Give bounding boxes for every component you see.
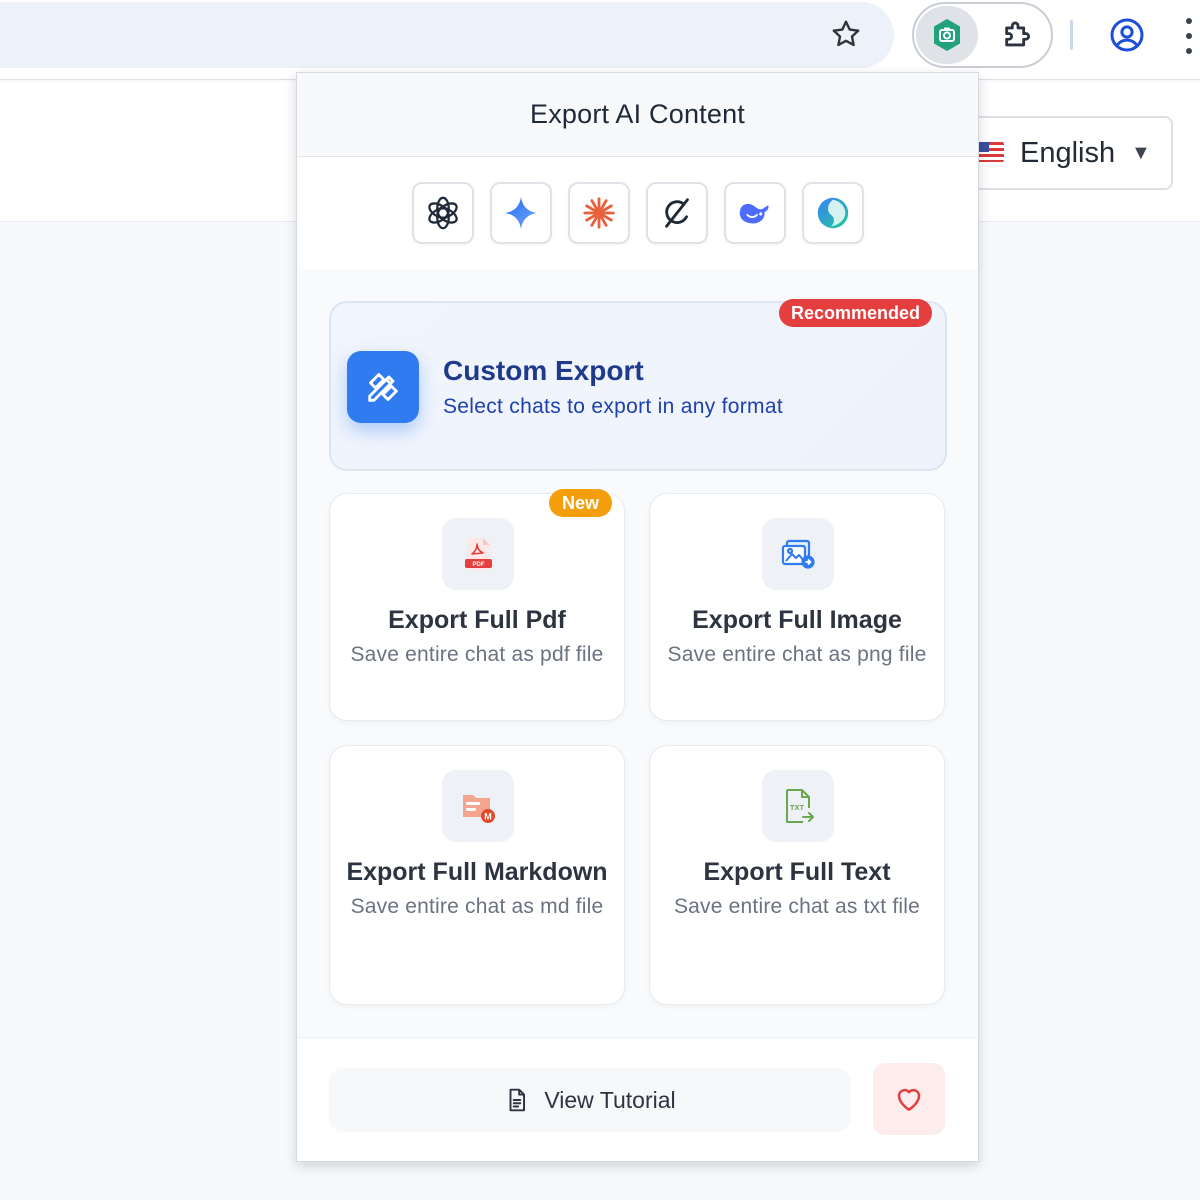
platform-selector — [297, 157, 978, 269]
view-tutorial-button[interactable]: View Tutorial — [329, 1068, 851, 1132]
bookmark-star-button[interactable] — [824, 12, 868, 56]
platform-perplexity-button[interactable] — [801, 182, 864, 244]
export-markdown-card[interactable]: M Export Full Markdown Save entire chat … — [329, 745, 625, 1005]
export-pdf-title: Export Full Pdf — [388, 606, 566, 634]
star-icon — [832, 20, 860, 47]
export-pdf-subtitle: Save entire chat as pdf file — [350, 643, 604, 666]
custom-export-subtitle: Select chats to export in any format — [443, 395, 783, 418]
popup-title: Export AI Content — [529, 99, 746, 129]
export-popup: Export AI Content Recommended Custom Exp… — [296, 72, 979, 1162]
export-image-text: Export Full Image Save entire chat as pn… — [662, 604, 932, 669]
toolbar-divider — [1070, 20, 1073, 50]
puzzle-icon — [1005, 21, 1030, 47]
export-markdown-text: Export Full Markdown Save entire chat as… — [342, 856, 612, 921]
extension-export-icon — [934, 19, 960, 51]
more-vert-icon[interactable] — [1186, 18, 1200, 54]
extensions-pill — [912, 2, 1053, 68]
custom-export-card[interactable]: Recommended Custom Export Select chats t… — [329, 299, 947, 471]
pdf-file-icon: PDF — [442, 518, 514, 590]
image-file-icon — [762, 518, 834, 590]
chatgpt-icon — [427, 196, 458, 230]
recommended-badge: Recommended — [779, 299, 933, 327]
perplexity-icon — [817, 197, 848, 229]
export-image-title: Export Full Image — [692, 606, 902, 634]
claude-icon — [582, 197, 615, 229]
export-text-text: Export Full Text Save entire chat as txt… — [662, 856, 932, 921]
heart-icon — [897, 1088, 921, 1111]
platform-deepseek-button[interactable] — [723, 182, 786, 244]
gemini-icon — [504, 196, 537, 230]
svg-text:PDF: PDF — [473, 562, 485, 568]
language-value: English — [1020, 137, 1116, 169]
grok-icon — [664, 198, 689, 228]
export-text-subtitle: Save entire chat as txt file — [673, 895, 921, 918]
export-image-subtitle: Save entire chat as png file — [667, 643, 927, 666]
address-bar[interactable] — [0, 2, 894, 68]
export-pdf-text: Export Full Pdf Save entire chat as pdf … — [342, 604, 612, 669]
browser-toolbar — [0, 0, 1200, 80]
svg-text:M: M — [484, 812, 492, 822]
us-flag-icon — [978, 142, 1004, 162]
platform-claude-button[interactable] — [567, 182, 630, 244]
chevron-down-icon: ▼ — [1131, 142, 1151, 164]
pencil-ruler-icon — [347, 351, 419, 423]
profile-button[interactable] — [1104, 12, 1150, 58]
export-extension-button[interactable] — [916, 6, 978, 64]
export-text-card[interactable]: TXT Export Full Text Save entire chat as… — [649, 745, 945, 1005]
popup-header: Export AI Content — [297, 73, 978, 157]
export-pdf-card[interactable]: New PDF Export Full Pdf Save entire chat… — [329, 489, 625, 721]
deepseek-icon — [739, 203, 769, 224]
view-tutorial-label: View Tutorial — [544, 1086, 676, 1113]
document-icon — [509, 1088, 526, 1112]
export-markdown-title: Export Full Markdown — [346, 858, 608, 886]
markdown-file-icon: M — [442, 770, 514, 842]
platform-chatgpt-button[interactable] — [411, 182, 474, 244]
favorite-button[interactable] — [873, 1063, 945, 1135]
svg-text:TXT: TXT — [790, 803, 805, 812]
profile-icon — [1110, 18, 1144, 52]
txt-file-icon: TXT — [762, 770, 834, 842]
platform-grok-button[interactable] — [645, 182, 708, 244]
new-badge: New — [548, 489, 612, 517]
export-text-title: Export Full Text — [703, 858, 891, 886]
extensions-menu-button[interactable] — [996, 14, 1040, 56]
export-markdown-subtitle: Save entire chat as md file — [350, 895, 604, 918]
export-image-card[interactable]: Export Full Image Save entire chat as pn… — [649, 493, 945, 721]
custom-export-title: Custom Export — [443, 355, 644, 386]
platform-gemini-button[interactable] — [489, 182, 552, 244]
popup-footer: View Tutorial — [297, 1037, 978, 1161]
